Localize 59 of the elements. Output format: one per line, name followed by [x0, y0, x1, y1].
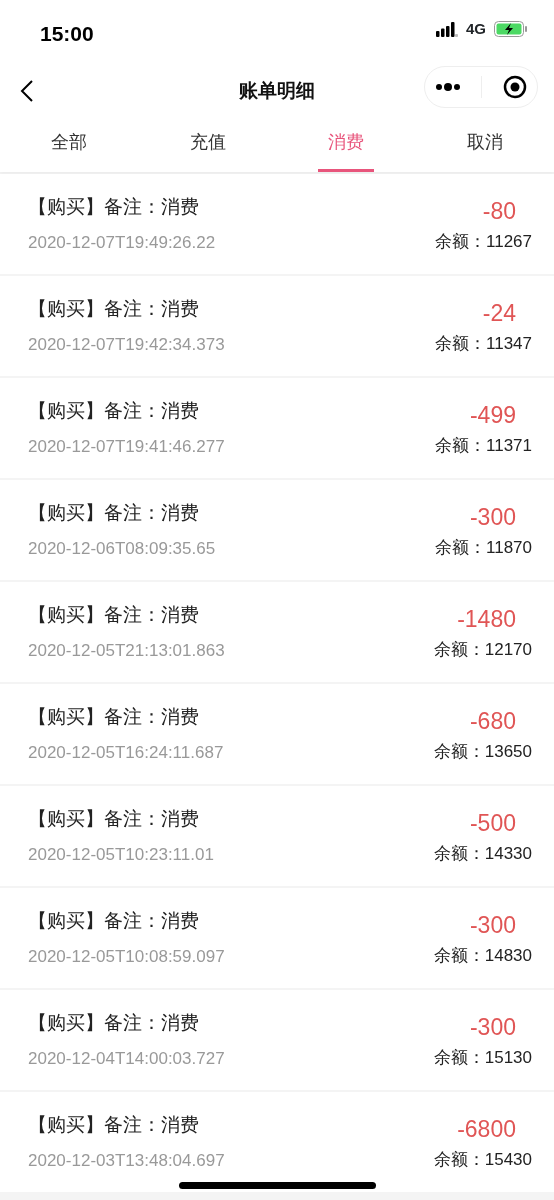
status-time: 15:00 — [40, 21, 94, 47]
record-time: 2020-12-05T16:24:11.687 — [28, 741, 224, 764]
record-amount: -499 — [469, 401, 516, 430]
record-row[interactable]: 【购买】备注：消费 2020-12-05T21:13:01.863 -1480 余额：12170 — [0, 582, 554, 682]
record-title: 【购买】备注：消费 — [28, 1113, 200, 1137]
record-balance: 余额：15430 — [433, 1148, 532, 1171]
record-title: 【购买】备注：消费 — [28, 501, 200, 525]
record-row[interactable]: 【购买】备注：消费 2020-12-07T19:42:34.373 -24 余额：11347 — [0, 276, 554, 376]
record-time: 2020-12-03T13:48:04.697 — [28, 1149, 225, 1172]
record-row[interactable]: 【购买】备注：消费 2020-12-07T19:49:26.22 -80 余额：11267 — [0, 174, 554, 274]
record-title: 【购买】备注：消费 — [28, 909, 200, 933]
record-balance: 余额：12170 — [433, 638, 532, 661]
record-title: 【购买】备注：消费 — [28, 399, 200, 423]
record-title: 【购买】备注：消费 — [28, 1011, 200, 1035]
record-balance: 余额：11870 — [435, 536, 532, 559]
record-amount: -24 — [482, 299, 516, 328]
record-balance: 余额：11267 — [435, 230, 532, 253]
record-balance: 余额：14830 — [433, 944, 532, 967]
record-time: 2020-12-07T19:42:34.373 — [28, 333, 225, 356]
record-balance: 余额：14330 — [433, 842, 532, 865]
record-time: 2020-12-06T08:09:35.65 — [28, 537, 216, 560]
record-balance: 余额：13650 — [433, 740, 532, 763]
record-amount: -6800 — [457, 1115, 516, 1144]
record-row[interactable]: 【购买】备注：消费 2020-12-06T08:09:35.65 -300 余额：11870 — [0, 480, 554, 580]
more-button[interactable] — [435, 83, 462, 91]
record-time: 2020-12-04T14:00:03.727 — [28, 1047, 225, 1070]
record-time: 2020-12-05T10:08:59.097 — [28, 945, 225, 968]
record-amount: -80 — [482, 197, 516, 226]
tab[interactable]: 全部 — [41, 116, 98, 172]
record-title: 【购买】备注：消费 — [28, 297, 200, 321]
signal-icon — [436, 21, 458, 38]
record-row[interactable]: 【购买】备注：消费 2020-12-05T16:24:11.687 -680 余额：13650 — [0, 684, 554, 784]
record-time: 2020-12-07T19:41:46.277 — [28, 435, 225, 458]
record-balance: 余额：15130 — [433, 1046, 532, 1069]
record-row[interactable]: 【购买】备注：消费 2020-12-04T14:00:03.727 -300 余额：15130 — [0, 990, 554, 1090]
record-amount: -1480 — [457, 605, 516, 634]
record-title: 【购买】备注：消费 — [28, 807, 200, 831]
record-row[interactable]: 【购买】备注：消费 2020-12-05T10:23:11.01 -500 余额：14330 — [0, 786, 554, 886]
record-amount: -300 — [469, 1013, 516, 1042]
record-amount: -300 — [469, 503, 516, 532]
record-row[interactable]: 【购买】备注：消费 2020-12-03T13:48:04.697 -6800 余额：15430 — [0, 1092, 554, 1192]
record-title: 【购买】备注：消费 — [28, 603, 200, 627]
record-title: 【购买】备注：消费 — [28, 195, 200, 219]
tab[interactable]: 取消 — [456, 116, 513, 172]
page-title: 账单明细 — [239, 78, 315, 103]
record-balance: 余额：11347 — [435, 332, 532, 355]
record-amount: -300 — [469, 911, 516, 940]
close-button[interactable] — [502, 75, 527, 99]
record-row[interactable]: 【购买】备注：消费 2020-12-05T10:08:59.097 -300 余额：14830 — [0, 888, 554, 988]
tab[interactable]: 充值 — [179, 116, 236, 172]
record-row[interactable]: 【购买】备注：消费 2020-12-07T19:41:46.277 -499 余额：11371 — [0, 378, 554, 478]
record-amount: -500 — [469, 809, 516, 838]
record-title: 【购买】备注：消费 — [28, 705, 200, 729]
record-time: 2020-12-07T19:49:26.22 — [28, 231, 216, 254]
network-label: 4G — [466, 19, 486, 39]
record-time: 2020-12-05T10:23:11.01 — [28, 843, 214, 866]
record-balance: 余额：11371 — [435, 434, 532, 457]
record-time: 2020-12-05T21:13:01.863 — [28, 639, 225, 662]
record-amount: -680 — [469, 707, 516, 736]
